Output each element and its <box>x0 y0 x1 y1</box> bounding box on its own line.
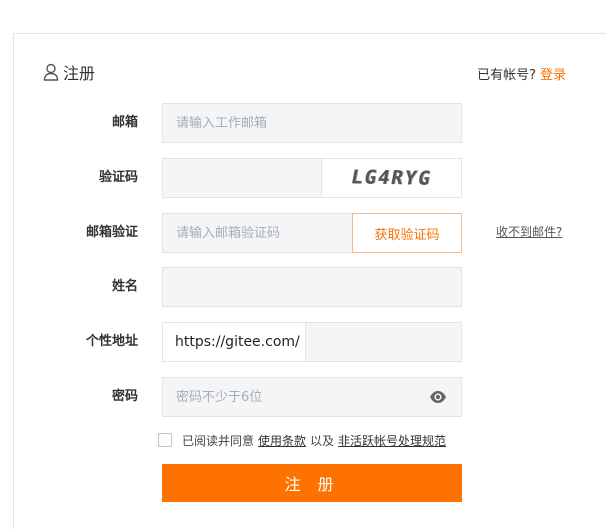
email-label: 邮箱 <box>111 115 138 130</box>
personal-url-label: 个性地址 <box>85 334 138 349</box>
agreement-checkbox[interactable] <box>158 433 172 447</box>
captcha-row: 验证码 LG4RYG <box>0 158 606 198</box>
captcha-image[interactable]: LG4RYG <box>321 158 462 198</box>
name-row: 姓名 <box>0 267 606 307</box>
captcha-image-text: LG4RYG <box>349 166 434 190</box>
email-code-label: 邮箱验证 <box>85 225 138 240</box>
user-icon <box>43 63 59 81</box>
password-row: 密码 <box>0 377 606 417</box>
captcha-input[interactable] <box>162 158 322 198</box>
email-row: 邮箱 <box>0 103 606 143</box>
eye-icon[interactable] <box>429 389 447 405</box>
login-hint: 已有帐号? 登录 <box>477 64 566 83</box>
password-input[interactable] <box>162 377 462 417</box>
login-link[interactable]: 登录 <box>540 68 566 83</box>
name-label: 姓名 <box>111 279 138 294</box>
login-hint-text: 已有帐号? <box>477 68 536 83</box>
agreement-row: 已阅读并同意 使用条款 以及 非活跃帐号处理规范 <box>158 431 450 449</box>
personal-url-field: https://gitee.com/ <box>162 322 462 362</box>
email-input[interactable] <box>162 103 462 143</box>
page-title: 注册 <box>43 60 95 84</box>
personal-url-row: 个性地址 https://gitee.com/ <box>0 322 606 362</box>
agreement-conjunction: 以及 <box>310 433 335 448</box>
email-code-input[interactable] <box>162 213 353 253</box>
captcha-label: 验证码 <box>98 170 138 185</box>
page-title-text: 注册 <box>63 64 96 83</box>
terms-link[interactable]: 使用条款 <box>258 432 306 449</box>
agreement-text: 已阅读并同意 <box>182 433 255 448</box>
inactive-policy-link[interactable]: 非活跃帐号处理规范 <box>338 432 446 449</box>
personal-url-input[interactable] <box>305 323 461 361</box>
no-email-help-link[interactable]: 收不到邮件? <box>496 213 562 253</box>
name-input[interactable] <box>162 267 462 307</box>
email-code-row: 邮箱验证 获取验证码 收不到邮件? <box>0 213 606 253</box>
url-prefix: https://gitee.com/ <box>163 323 306 361</box>
get-code-button[interactable]: 获取验证码 <box>352 213 462 253</box>
password-label: 密码 <box>111 389 138 404</box>
register-button[interactable]: 注 册 <box>162 464 462 502</box>
